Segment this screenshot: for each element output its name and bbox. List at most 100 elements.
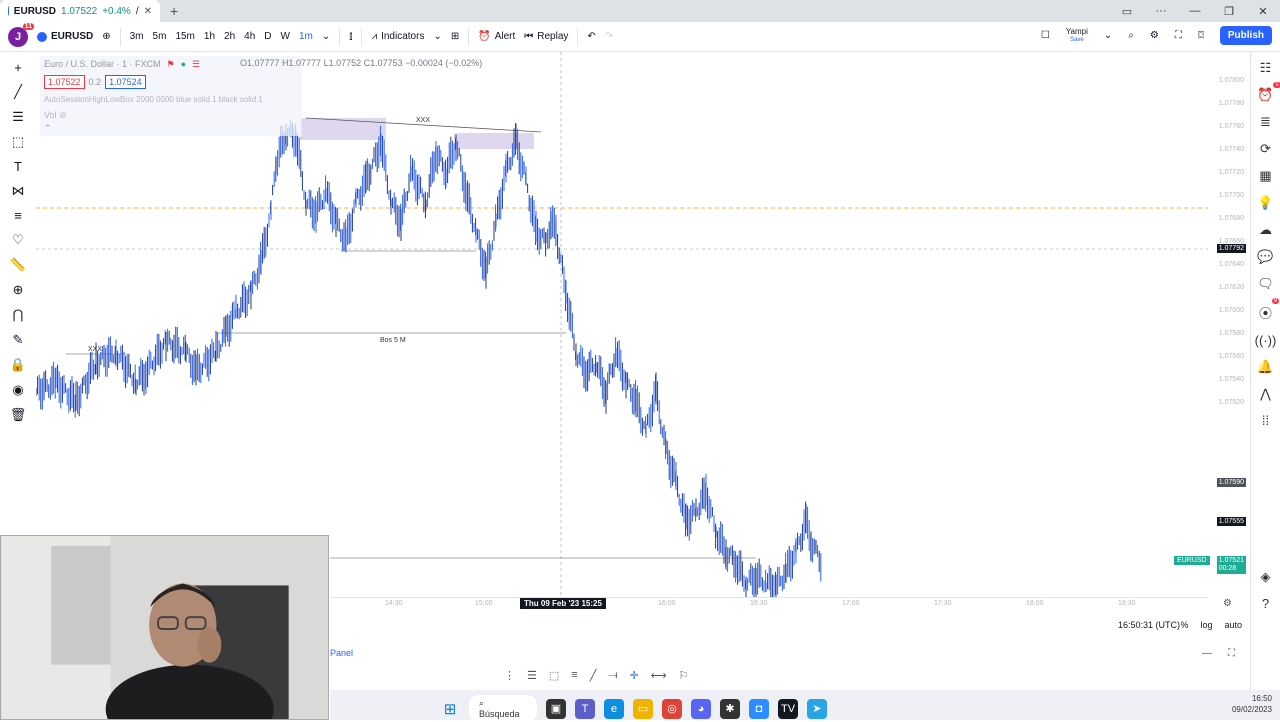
- study-legend[interactable]: AutoSessionHighLowBox 2000 0000 blue sol…: [44, 95, 298, 104]
- task-view-icon[interactable]: ▣: [546, 698, 566, 719]
- tf-4h[interactable]: 4h: [244, 31, 255, 42]
- auto-toggle[interactable]: auto: [1224, 620, 1242, 630]
- app-icon[interactable]: ✱: [720, 698, 740, 719]
- notifications-icon[interactable]: ⦿ 9: [1259, 298, 1279, 322]
- tf-3m[interactable]: 3m: [130, 31, 144, 42]
- layout-square-icon[interactable]: ☐: [1041, 30, 1050, 41]
- redo-icon[interactable]: ↷: [605, 31, 613, 42]
- edge-icon[interactable]: e: [604, 698, 624, 719]
- close-tab-icon[interactable]: ✕: [144, 6, 152, 17]
- compare-add-icon[interactable]: ⊕: [102, 31, 110, 42]
- chevron-down-icon[interactable]: ⌄: [433, 31, 441, 42]
- flag-icon[interactable]: ⚐: [678, 669, 688, 682]
- price-axis[interactable]: 1.07800 1.07780 1.07760 1.07740 1.07720 1.077…: [1208, 52, 1250, 598]
- chevron-down-icon[interactable]: ⌄: [322, 31, 330, 42]
- undo-icon[interactable]: ↶: [587, 31, 595, 42]
- magnet-icon[interactable]: ⋂: [13, 307, 24, 323]
- system-tray[interactable]: 16:50 09/02/2023: [1232, 693, 1272, 715]
- bell-icon[interactable]: 🔔: [1257, 359, 1273, 375]
- alert-button[interactable]: ⏰ Alert: [478, 31, 515, 42]
- messages-icon[interactable]: 🗨: [1257, 276, 1274, 292]
- ideas-icon[interactable]: 💡: [1257, 195, 1273, 211]
- rectangle-icon[interactable]: ⬚: [549, 669, 559, 682]
- templates-grid-icon[interactable]: ⊞: [451, 31, 459, 42]
- tf-15m[interactable]: 15m: [175, 31, 194, 42]
- candle-type-icon[interactable]: ⫾: [349, 31, 352, 42]
- dots-grid-icon[interactable]: ⁞⁞: [1262, 413, 1269, 428]
- pattern-icon[interactable]: ⋈: [12, 183, 25, 199]
- camera-icon[interactable]: ⌼: [1198, 30, 1204, 41]
- rectangle-icon[interactable]: ⬚: [12, 134, 24, 150]
- windows-start-icon[interactable]: ⊞: [440, 699, 460, 719]
- tf-W[interactable]: W: [281, 31, 290, 42]
- ask-price[interactable]: 1.07524: [105, 75, 146, 89]
- hotlist-icon[interactable]: ⟳: [1260, 141, 1271, 157]
- layers-icon[interactable]: ◈: [1261, 569, 1271, 585]
- drag-handle-icon[interactable]: ⋮: [504, 669, 515, 682]
- stay-drawing-icon[interactable]: ✎: [13, 332, 24, 348]
- symbol-search-button[interactable]: EURUSD: [37, 31, 93, 42]
- log-toggle[interactable]: log: [1200, 620, 1212, 630]
- teams-icon[interactable]: T: [575, 698, 595, 719]
- horizontal-lines-icon[interactable]: ☰: [527, 669, 537, 682]
- trend-line-icon[interactable]: ╱: [590, 669, 597, 682]
- tf-1h[interactable]: 1h: [204, 31, 215, 42]
- tf-2h[interactable]: 2h: [224, 31, 235, 42]
- trash-icon[interactable]: 🗑: [10, 407, 27, 423]
- gear-icon[interactable]: ⚙: [1150, 30, 1159, 41]
- alerts-clock-icon[interactable]: ⏰ 1: [1257, 82, 1280, 103]
- publish-button[interactable]: Publish: [1219, 26, 1272, 45]
- horizontal-ray-icon[interactable]: ⟞: [608, 669, 617, 682]
- close-window-icon[interactable]: ✕: [1246, 5, 1280, 18]
- heart-icon[interactable]: ♡: [12, 232, 24, 248]
- chat-icon[interactable]: 💬: [1257, 249, 1273, 265]
- replay-button[interactable]: ⏮ Replay: [524, 31, 568, 42]
- taskbar-search[interactable]: ⌕ Búsqueda: [469, 695, 537, 722]
- avatar[interactable]: J 11: [8, 22, 34, 47]
- lock-icon[interactable]: 🔒: [10, 357, 26, 373]
- chart-pattern-icon[interactable]: ⋀: [1260, 386, 1271, 402]
- discord-icon[interactable]: ◕: [691, 698, 711, 719]
- tf-5m[interactable]: 5m: [153, 31, 167, 42]
- chevron-down-icon[interactable]: ⌄: [1104, 30, 1112, 41]
- new-tab-icon[interactable]: +: [170, 3, 178, 19]
- collapse-legend-icon[interactable]: ⌃: [44, 123, 298, 134]
- eye-hidden-icon[interactable]: ⊘: [59, 110, 67, 120]
- trading-panel-tab[interactable]: Panel: [330, 648, 353, 658]
- browser-tab[interactable]: EURUSD 1.07522 +0.4% / ✕: [0, 0, 160, 22]
- streams-icon[interactable]: ☁: [1259, 222, 1272, 238]
- indicators-button[interactable]: ⩘ Indicators: [371, 31, 424, 42]
- layout-name-button[interactable]: Yampi Save: [1066, 27, 1088, 45]
- more-icon[interactable]: ···: [1144, 5, 1178, 17]
- tradingview-app-icon[interactable]: TV: [778, 698, 798, 719]
- broadcast-icon[interactable]: ((·)): [1255, 333, 1277, 348]
- percent-toggle[interactable]: %: [1180, 620, 1188, 630]
- time-axis[interactable]: 14:30 15:00 16:00 16:30 17:00 17:30 18:0…: [330, 597, 1232, 611]
- eye-icon[interactable]: ◉: [12, 382, 23, 398]
- fullscreen-icon[interactable]: ⛶: [1175, 30, 1182, 41]
- maximize-panel-icon[interactable]: ⛶: [1228, 648, 1235, 659]
- chrome-icon[interactable]: ◎: [662, 698, 682, 719]
- ruler-icon[interactable]: 📏: [10, 257, 26, 273]
- legend-menu-icon[interactable]: ☰: [192, 59, 200, 70]
- data-window-icon[interactable]: ≣: [1260, 114, 1271, 130]
- volume-label[interactable]: Vol: [44, 110, 57, 120]
- axis-settings-gear-icon[interactable]: ⚙: [1223, 598, 1232, 609]
- forecast-icon[interactable]: ≡: [571, 669, 577, 681]
- zoom-icon[interactable]: ⊕: [13, 282, 24, 298]
- restore-icon[interactable]: ❐: [1212, 5, 1246, 18]
- forecast-icon[interactable]: ≡: [14, 208, 22, 223]
- horizontal-line-icon[interactable]: ⟷: [651, 669, 667, 682]
- horizontal-lines-icon[interactable]: ☰: [12, 109, 24, 125]
- watchlist-icon[interactable]: ☷: [1260, 60, 1272, 76]
- search-icon[interactable]: ⌕: [1128, 30, 1134, 41]
- minimize-panel-icon[interactable]: —: [1202, 648, 1212, 659]
- trend-line-icon[interactable]: ╱: [14, 84, 22, 100]
- help-icon[interactable]: ?: [1262, 596, 1269, 611]
- telegram-icon[interactable]: ➤: [807, 698, 827, 719]
- cast-icon[interactable]: ▭: [1110, 5, 1144, 18]
- tf-D[interactable]: D: [264, 31, 271, 42]
- file-explorer-icon[interactable]: ▭: [633, 698, 653, 719]
- minimize-icon[interactable]: —: [1178, 5, 1212, 17]
- tf-1m[interactable]: 1m: [299, 31, 313, 42]
